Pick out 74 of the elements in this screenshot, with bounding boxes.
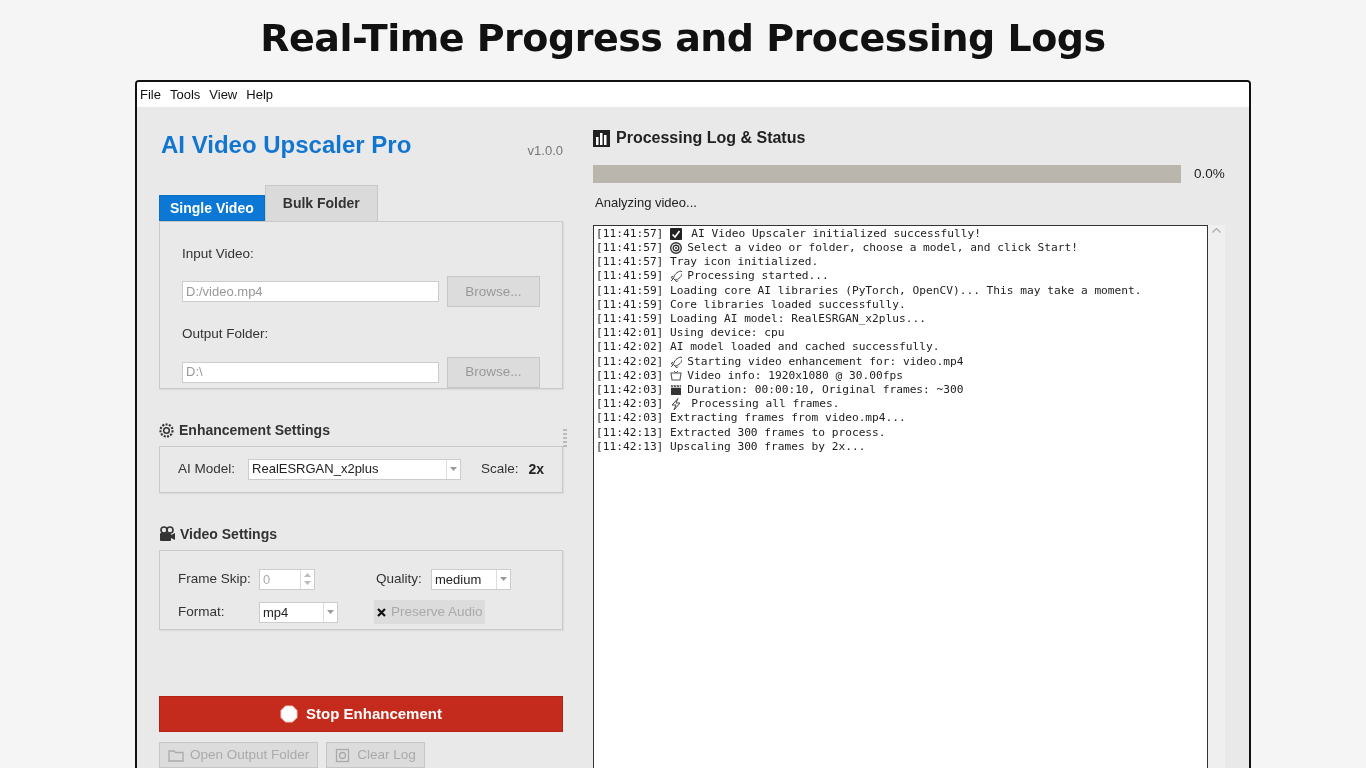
menu-item[interactable]: Tools [167, 82, 208, 107]
log-timestamp: [11:42:02] [596, 354, 664, 369]
page-title: Real-Time Progress and Processing Logs [259, 15, 1107, 62]
log-message: Video info: 1920x1080 @ 30.00fps [687, 368, 903, 383]
field-label: Frame Skip: [178, 570, 252, 589]
field-label: Scale: [480, 460, 519, 479]
log-timestamp: [11:41:59] [596, 311, 664, 327]
check-icon [670, 227, 683, 240]
section-title: Video Settings [180, 524, 277, 544]
bar-chart-icon [593, 129, 610, 147]
app-title: AI Video Upscaler Pro [161, 130, 412, 160]
field-label: Format: [178, 603, 226, 622]
log-timestamp: [11:42:02] [596, 340, 664, 355]
log-timestamp: [11:42:03] [596, 383, 664, 398]
log-message: AI model loaded and cached successfully. [670, 340, 940, 355]
lightning-icon [670, 398, 683, 411]
folder-icon [168, 747, 184, 763]
status-text: Analyzing video... [595, 194, 698, 213]
gear-icon [159, 422, 174, 438]
menu-item[interactable]: File [138, 82, 168, 107]
progress-percent: 0.0% [1194, 165, 1225, 183]
log-message: Extracting frames from video.mp4... [670, 411, 906, 426]
splitter-grip-icon[interactable] [563, 428, 567, 447]
version-label: v1.0.0 [527, 142, 563, 160]
log-message: Duration: 00:00:10, Original frames: ~300 [687, 383, 964, 398]
log-timestamp: [11:41:57] [596, 240, 664, 256]
stop-icon [280, 705, 299, 724]
log-message: Upscaling 300 frames by 2x... [670, 439, 866, 454]
log-timestamp: [11:41:59] [596, 283, 664, 298]
menu-item[interactable]: View [207, 82, 245, 107]
log-message: Processing started... [687, 269, 829, 284]
stop-button[interactable]: Stop Enhancement [159, 696, 563, 732]
field-label: AI Model: [178, 460, 236, 479]
log-timestamp: [11:42:01] [596, 326, 664, 341]
log-timestamp: [11:42:03] [596, 397, 664, 412]
model-dropdown[interactable]: RealESRGAN_x2plus [248, 458, 462, 480]
caret-icon [450, 467, 458, 472]
spin-arrows-icon [304, 572, 311, 587]
log-message: Loading core AI libraries (PyTorch, OpenCV)... This may take a moment. [670, 283, 1142, 298]
checked-box-icon [376, 606, 387, 618]
caret-icon [327, 610, 334, 615]
format-dropdown[interactable]: mp4 [259, 601, 338, 623]
log-message: Processing all frames. [691, 397, 840, 412]
log-timestamp: [11:42:03] [596, 368, 664, 383]
scale-value: 2x [528, 459, 544, 479]
field-label: Input Video: [182, 245, 255, 263]
log-timestamp: [11:41:57] [596, 226, 664, 241]
log-timestamp: [11:42:13] [596, 439, 664, 454]
log-timestamp: [11:42:13] [596, 425, 664, 440]
log-message: Core libraries loaded successfully. [670, 297, 906, 312]
log-timestamp: [11:41:59] [596, 297, 664, 312]
log-timestamp: [11:42:03] [596, 411, 664, 426]
field-label: Quality: [376, 570, 423, 589]
clapper-icon [670, 384, 683, 397]
target-icon [670, 242, 683, 255]
section-title: Enhancement Settings [179, 420, 330, 440]
log-message: AI Video Upscaler initialized successfully! [691, 226, 981, 241]
log-timestamp: [11:41:59] [596, 269, 664, 284]
log-message: Select a video or folder, choose a model, and click Start! [687, 240, 1078, 256]
log-message: Starting video enhancement for: video.mp4 [687, 354, 964, 369]
log-message: Using device: cpu [670, 326, 785, 341]
tab[interactable]: Single Video [159, 195, 265, 221]
clear-icon [335, 747, 352, 763]
menu-item[interactable]: Help [244, 82, 280, 107]
camera-icon [159, 526, 175, 543]
log-message: Loading AI model: RealESRGAN_x2plus... [670, 311, 926, 327]
log-message: Extracted 300 frames to process. [670, 425, 886, 440]
log-message: Tray icon initialized. [670, 255, 819, 270]
quality-dropdown[interactable]: medium [431, 568, 511, 590]
caret-icon [500, 577, 507, 582]
tab[interactable]: Bulk Folder [264, 185, 378, 221]
log-title: Processing Log & Status [616, 128, 806, 148]
log-timestamp: [11:41:57] [596, 255, 664, 270]
field-label: Output Folder: [182, 325, 270, 344]
